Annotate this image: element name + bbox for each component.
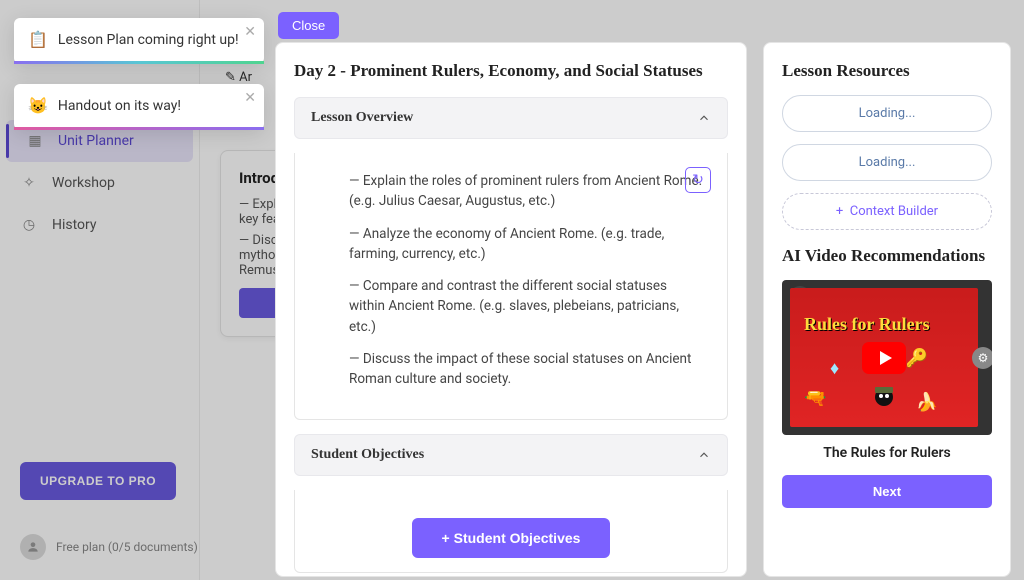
regenerate-button[interactable]: ↻: [685, 167, 711, 193]
plus-icon: +: [836, 204, 843, 219]
overview-bullet: — Analyze the economy of Ancient Rome. (…: [349, 224, 703, 265]
overview-bullet: — Discuss the impact of these social sta…: [349, 349, 703, 390]
section-body-objectives: + Student Objectives: [294, 490, 728, 573]
cat-icon: 😺: [28, 96, 48, 115]
section-body-overview: ↻ — Explain the roles of prominent ruler…: [294, 153, 728, 420]
video-heading: AI Video Recommendations: [782, 246, 992, 266]
resources-heading: Lesson Resources: [782, 61, 992, 81]
overview-bullet: — Explain the roles of prominent rulers …: [349, 171, 703, 212]
toast-handout: 😺 Handout on its way! ✕: [14, 84, 264, 130]
video-thumbnail[interactable]: ⚙ The Rules for Rule... Rules for Rulers…: [782, 280, 992, 435]
context-builder[interactable]: + Context Builder: [782, 193, 992, 230]
toast-close[interactable]: ✕: [244, 24, 256, 40]
add-student-objectives-button[interactable]: + Student Objectives: [412, 518, 611, 558]
overview-bullet: — Compare and contrast the different soc…: [349, 276, 703, 337]
lesson-panel: Day 2 - Prominent Rulers, Economy, and S…: [275, 42, 747, 577]
clipboard-icon: 📋: [28, 30, 48, 49]
next-button[interactable]: Next: [782, 475, 992, 508]
play-icon: [862, 342, 906, 374]
video-caption: The Rules for Rulers: [782, 445, 992, 461]
lesson-title: Day 2 - Prominent Rulers, Economy, and S…: [294, 61, 728, 81]
resource-loading[interactable]: Loading...: [782, 95, 992, 132]
section-lesson-overview: Lesson Overview: [294, 97, 728, 139]
section-student-objectives: Student Objectives: [294, 434, 728, 476]
section-header[interactable]: Lesson Overview: [295, 98, 727, 138]
gear-icon: ⚙: [972, 347, 992, 369]
chevron-up-icon: [697, 448, 711, 462]
toast-close[interactable]: ✕: [244, 90, 256, 106]
plus-icon: +: [442, 530, 450, 546]
chevron-up-icon: [697, 111, 711, 125]
character-icon: [867, 385, 901, 419]
close-button[interactable]: Close: [278, 12, 339, 39]
resources-panel: Lesson Resources Loading... Loading... +…: [763, 42, 1011, 577]
section-header[interactable]: Student Objectives: [295, 435, 727, 475]
toast-lesson-plan: 📋 Lesson Plan coming right up! ✕: [14, 18, 264, 64]
resource-loading[interactable]: Loading...: [782, 144, 992, 181]
